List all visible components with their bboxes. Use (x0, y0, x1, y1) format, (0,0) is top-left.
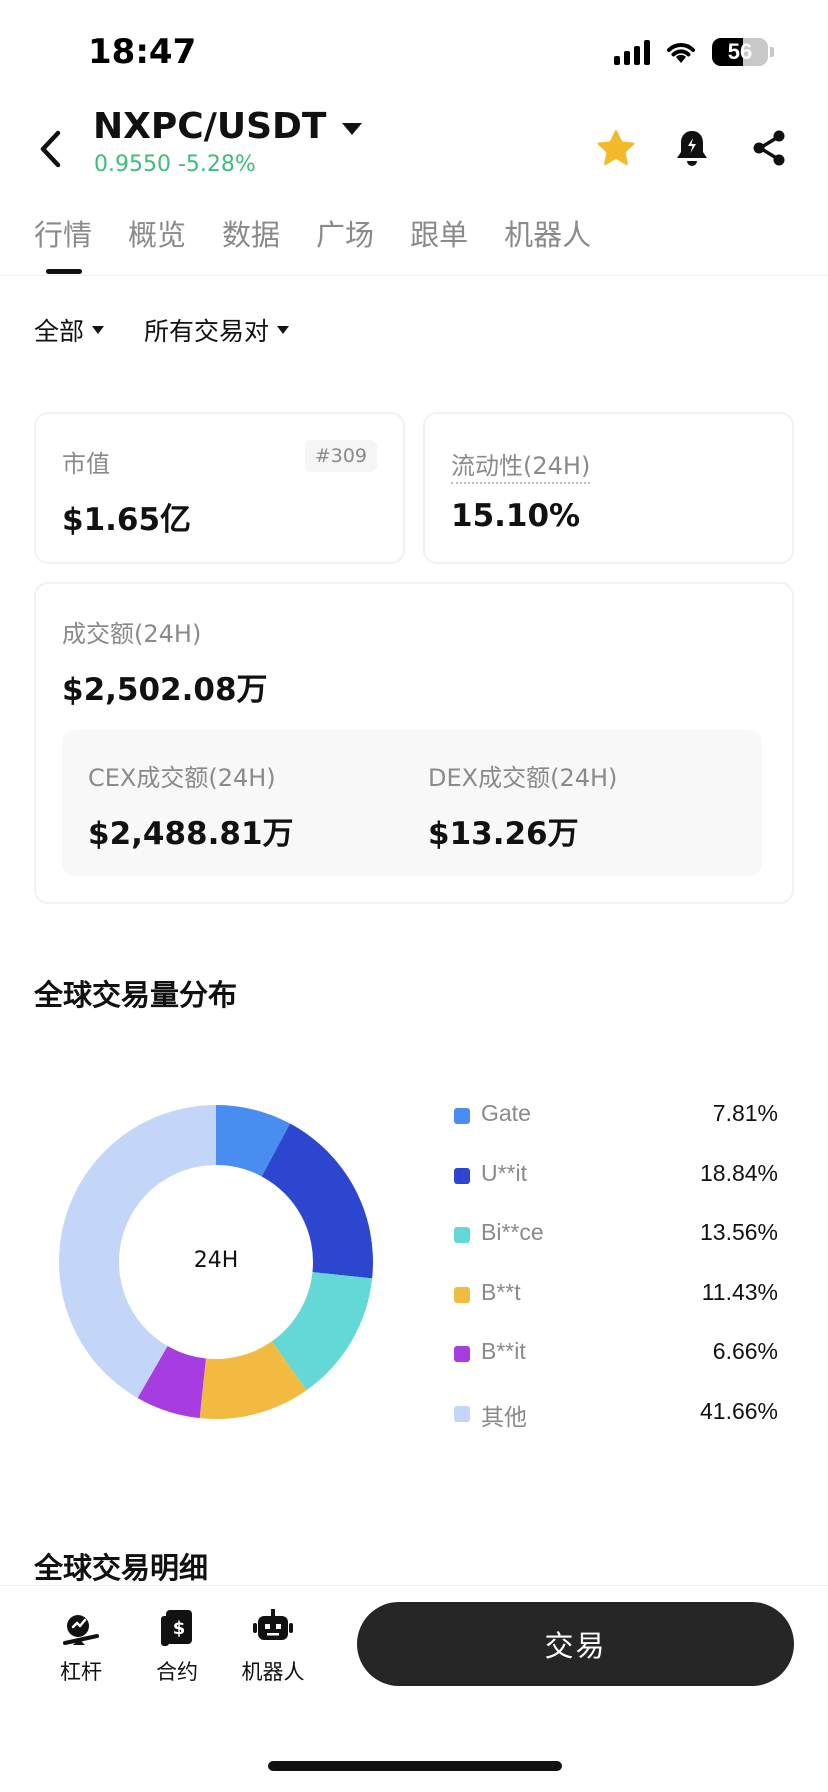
legend-value: 6.66% (712, 1338, 778, 1364)
dex-volume-label: DEX成交额(24H) (428, 764, 618, 792)
liquidity-card: 流动性(24H) 15.10% (423, 412, 794, 564)
bot-label: 机器人 (241, 1660, 305, 1684)
leverage-label: 杠杆 (60, 1660, 102, 1684)
legend-value: 7.81% (712, 1100, 778, 1126)
scope-filter[interactable]: 全部 (34, 312, 105, 348)
legend-name: U**it (481, 1159, 528, 1186)
legend-value: 41.66% (699, 1397, 778, 1424)
legend-value: 18.84% (699, 1159, 778, 1186)
filters: 全部 所有交易对 (34, 312, 290, 348)
pair-name: NXPC/USDT (93, 106, 327, 147)
liquidity-label[interactable]: 流动性(24H) (451, 446, 591, 484)
favorite-button[interactable] (592, 124, 640, 172)
volume-card: 成交额(24H) $2,502.08万 CEX成交额(24H) $2,488.8… (34, 582, 794, 904)
legend-item: Bi**ce 13.56% (454, 1219, 778, 1279)
legend-name: 其他 (481, 1403, 527, 1430)
legend-value: 13.56% (699, 1219, 778, 1245)
tab-square[interactable]: 广场 (316, 212, 374, 272)
battery-level: 56 (727, 39, 753, 64)
alert-button[interactable] (668, 124, 716, 172)
pair-change: -5.28% (177, 152, 256, 177)
contract-button[interactable]: $ 合约 (132, 1606, 222, 1686)
market-cap-label: 市值 (62, 450, 110, 478)
legend-name: Gate (481, 1100, 531, 1126)
battery-icon: 56 (712, 38, 768, 66)
tab-bot[interactable]: 机器人 (504, 212, 591, 272)
trade-button[interactable]: 交易 (357, 1602, 794, 1686)
pair-price: 0.9550 (94, 152, 171, 177)
liquidity-value: 15.10% (451, 498, 581, 534)
volume-label: 成交额(24H) (62, 620, 202, 648)
tab-data[interactable]: 数据 (222, 212, 280, 272)
status-bar: 18:47 56 (0, 0, 828, 100)
wifi-icon (667, 43, 695, 63)
volume-value: $2,502.08万 (62, 672, 268, 708)
legend-name: Bi**ce (481, 1219, 544, 1245)
tab-overview[interactable]: 概览 (128, 212, 186, 272)
rank-badge: #309 (304, 440, 377, 472)
legend-swatch (454, 1167, 470, 1184)
pairs-filter[interactable]: 所有交易对 (144, 312, 290, 348)
dex-volume-value: $13.26万 (428, 816, 579, 852)
home-indicator[interactable] (268, 1761, 562, 1771)
cex-volume-value: $2,488.81万 (88, 816, 294, 852)
divider (0, 275, 828, 276)
market-cap-value: $1.65亿 (62, 502, 192, 538)
cex-volume-label: CEX成交额(24H) (88, 764, 276, 792)
liquidity-label-text: 流动性(24H) (451, 452, 591, 484)
distribution-title: 全球交易量分布 (34, 978, 238, 1012)
legend-item: U**it 18.84% (454, 1160, 778, 1220)
details-title: 全球交易明细 (34, 1551, 209, 1585)
market-cap-card: 市值 #309 $1.65亿 (34, 412, 405, 564)
status-icons: 56 (614, 38, 774, 66)
pair-price-change: 0.9550 -5.28% (94, 152, 256, 177)
legend-name: B**t (481, 1278, 521, 1305)
caret-down-icon (342, 122, 363, 135)
chevron-left-icon (40, 130, 61, 168)
status-time: 18:47 (88, 32, 197, 72)
legend-swatch (454, 1405, 470, 1422)
bell-icon (677, 131, 707, 166)
signal-icon (614, 39, 650, 65)
pair-selector[interactable]: NXPC/USDT (93, 106, 363, 147)
donut-center-label: 24H (193, 1248, 239, 1273)
share-icon (753, 130, 785, 166)
legend-name: B**it (481, 1338, 526, 1364)
legend-swatch (454, 1108, 470, 1124)
scope-filter-label: 全部 (34, 317, 85, 346)
contract-icon: $ (155, 1606, 199, 1650)
leverage-button[interactable]: 杠杆 (36, 1606, 126, 1686)
caret-down-icon (92, 326, 105, 334)
tab-market[interactable]: 行情 (34, 212, 92, 274)
back-button[interactable] (30, 124, 70, 174)
caret-down-icon (277, 326, 290, 334)
legend-swatch (454, 1227, 470, 1243)
bot-button[interactable]: 机器人 (228, 1606, 318, 1686)
legend-item: 其他 41.66% (454, 1398, 778, 1458)
legend-swatch (454, 1286, 470, 1303)
contract-label: 合约 (156, 1660, 198, 1684)
volume-breakdown: CEX成交额(24H) $2,488.81万 DEX成交额(24H) $13.2… (62, 730, 762, 876)
legend-item: B**it 6.66% (454, 1338, 778, 1398)
header: NXPC/USDT 0.9550 -5.28% (0, 100, 828, 200)
share-button[interactable] (745, 124, 793, 172)
leverage-icon (59, 1606, 103, 1650)
tab-bar: 行情 概览 数据 广场 跟单 机器人 (34, 212, 591, 274)
svg-text:$: $ (173, 1618, 186, 1639)
star-icon (597, 130, 635, 166)
legend-item: Gate 7.81% (454, 1100, 778, 1160)
legend-value: 11.43% (701, 1278, 778, 1305)
robot-icon (251, 1606, 295, 1650)
tab-copy-trading[interactable]: 跟单 (410, 212, 468, 272)
legend-swatch (454, 1346, 470, 1362)
pairs-filter-label: 所有交易对 (144, 317, 270, 346)
chart-legend: Gate 7.81% U**it 18.84% Bi**ce 13.56% B**t 11.4… (454, 1100, 778, 1457)
legend-item: B**t 11.43% (454, 1279, 778, 1339)
